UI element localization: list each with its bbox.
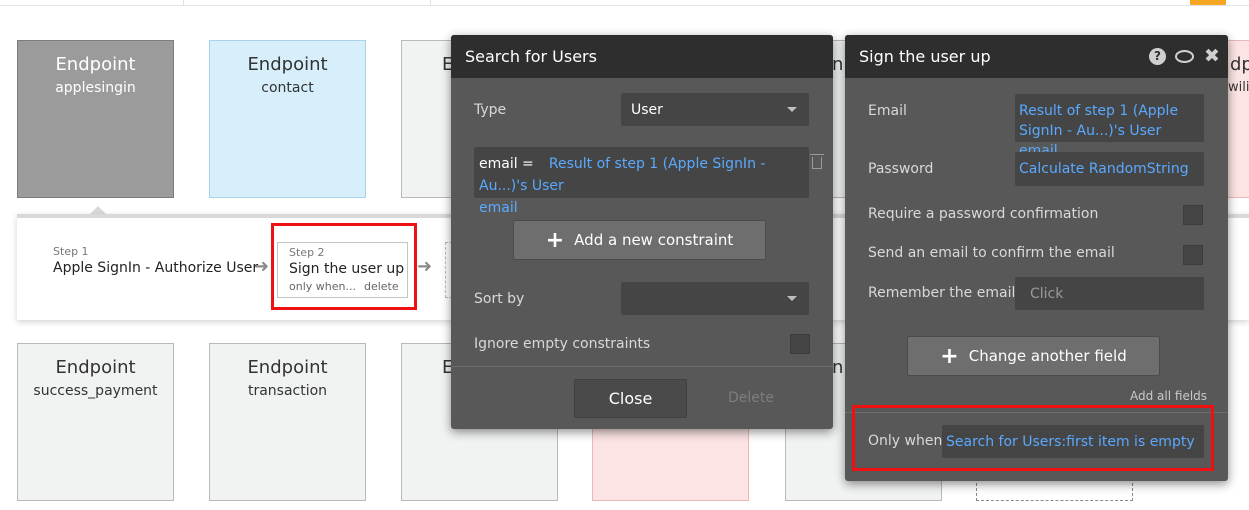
panel-divider [451, 366, 833, 367]
card-title: Endpoint [55, 357, 136, 378]
endpoint-card-success-payment[interactable]: Endpoint success_payment [17, 343, 174, 501]
card-subtitle: transaction [247, 383, 328, 399]
close-button[interactable]: Close [574, 379, 687, 418]
card-title: Endpoint [55, 54, 136, 75]
password-expression-field[interactable]: Calculate RandomString [1015, 152, 1204, 186]
card-subtitle: success_payment [33, 383, 158, 399]
ignore-empty-checkbox[interactable] [790, 334, 810, 354]
endpoint-card-contact[interactable]: Endpoint contact [209, 40, 366, 198]
toolbar-accent-button[interactable] [1190, 0, 1226, 5]
constraint-key: email = [479, 156, 534, 172]
plus-icon: + [545, 228, 565, 253]
email-expression-field[interactable]: Result of step 1 (Apple SignIn - Au...)'… [1015, 94, 1204, 159]
top-toolbar-strip [0, 0, 1249, 6]
email-value-line-1: Result of step 1 (Apple [1019, 103, 1179, 119]
chevron-down-icon [787, 107, 797, 112]
type-value: User [631, 102, 663, 118]
card-title: Endpoint [247, 357, 328, 378]
type-label: Type [474, 102, 507, 118]
step-arrow-icon: ➜ [417, 256, 433, 277]
delete-button[interactable]: Delete [728, 390, 774, 406]
highlight-box-only-when [852, 405, 1214, 471]
card-title: Endpoint [247, 54, 328, 75]
password-label: Password [868, 161, 934, 177]
remember-email-placeholder: Click [1030, 286, 1064, 302]
require-confirm-checkbox[interactable] [1183, 205, 1203, 225]
trash-icon[interactable] [810, 154, 824, 169]
endpoint-card-transaction[interactable]: Endpoint transaction [209, 343, 366, 501]
add-constraint-label: Add a new constraint [574, 231, 734, 249]
card-subtitle: wilio [1228, 80, 1249, 95]
password-value: Calculate RandomString [1019, 161, 1189, 177]
step-label: Step 1 [53, 245, 89, 258]
card-subtitle: applesingin [55, 80, 136, 96]
panel-title: Search for Users [451, 35, 833, 78]
endpoint-card-applesingin[interactable]: Endpoint applesingin [17, 40, 174, 198]
close-icon[interactable]: ✖ [1204, 45, 1220, 67]
step-name: Apple SignIn - Authorize User [53, 260, 259, 276]
remember-email-label: Remember the email [868, 285, 1016, 301]
add-constraint-button[interactable]: + Add a new constraint [513, 220, 766, 260]
email-label: Email [868, 103, 907, 119]
plus-icon: + [940, 344, 959, 369]
help-icon[interactable]: ? [1149, 48, 1166, 65]
type-dropdown[interactable]: User [621, 93, 809, 126]
chevron-down-icon [787, 296, 797, 301]
step-arrow-icon: ➜ [254, 256, 270, 277]
sort-by-dropdown[interactable] [621, 282, 809, 315]
sort-by-label: Sort by [474, 291, 525, 307]
endpoint-card-partial-5[interactable]: dp wilio [1227, 40, 1249, 198]
send-email-label: Send an email to confirm the email [868, 245, 1115, 261]
workflow-step-1[interactable]: Step 1 Apple SignIn - Authorize User [53, 245, 258, 276]
send-email-checkbox[interactable] [1183, 245, 1203, 265]
ignore-empty-label: Ignore empty constraints [474, 336, 651, 352]
change-another-field-label: Change another field [968, 347, 1127, 365]
panel-header: Sign the user up ? ✖ [845, 35, 1228, 78]
toolbar-divider [430, 0, 431, 6]
highlight-box-step-2 [271, 223, 417, 310]
workflow-editor-canvas: Endpoint applesingin Endpoint contact E … [0, 0, 1249, 510]
require-confirm-label: Require a password confirmation [868, 206, 1099, 222]
panel-title: Sign the user up [859, 47, 991, 66]
toolbar-divider [183, 0, 184, 6]
sort-value [621, 282, 809, 291]
card-title: dp [1230, 54, 1249, 75]
constraint-row[interactable]: email = Result of step 1 (Apple SignIn -… [474, 147, 809, 216]
change-another-field-button[interactable]: + Change another field [907, 336, 1160, 376]
comment-icon[interactable] [1175, 50, 1194, 63]
remember-email-field[interactable]: Click [1015, 277, 1204, 310]
search-for-users-panel: Search for Users Type User email = Resul… [451, 35, 833, 429]
add-all-fields-link[interactable]: Add all fields [1130, 389, 1207, 403]
card-subtitle: contact [261, 80, 314, 96]
constraint-value-cont[interactable]: email [479, 197, 809, 219]
